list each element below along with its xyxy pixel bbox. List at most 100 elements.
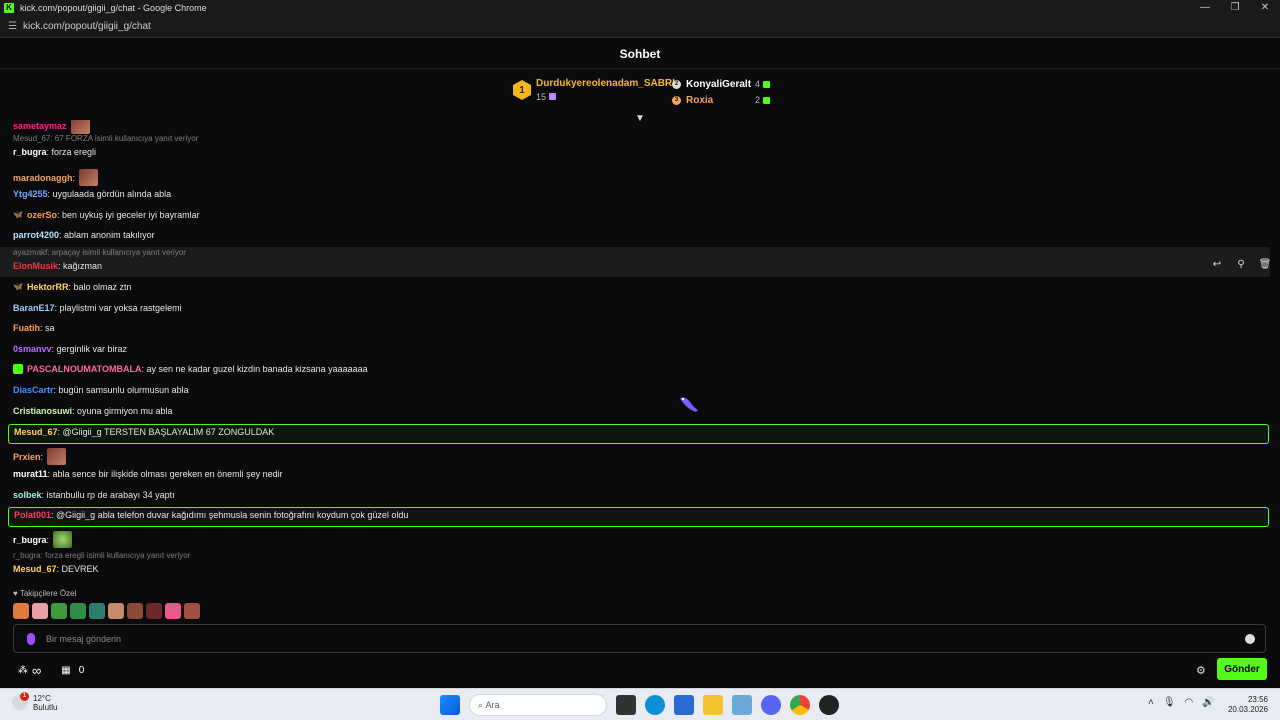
chat-message[interactable]: DiasCartr: bugün samsunlu olurmusun abla [13, 385, 189, 395]
emote-button[interactable] [184, 603, 200, 619]
chat-username[interactable]: parrot4200 [13, 230, 59, 240]
emote-button[interactable] [13, 603, 29, 619]
notification-badge: 1 [20, 692, 29, 701]
app-icon[interactable] [819, 695, 839, 715]
volume-icon[interactable]: 🔊 [1202, 697, 1214, 708]
chrome-icon[interactable] [790, 695, 810, 715]
chat-username[interactable]: ozerSo [27, 210, 57, 220]
emote-button[interactable] [51, 603, 67, 619]
chat-message[interactable]: maradonaggh: [13, 169, 99, 186]
chat-username[interactable]: maradonaggh [13, 173, 73, 183]
store-icon[interactable]: ▦ [61, 665, 70, 676]
emote-button[interactable] [146, 603, 162, 619]
points-icon[interactable]: ⁂ [18, 665, 28, 676]
page-title: Sohbet [619, 46, 661, 61]
send-button[interactable]: Gönder [1217, 658, 1267, 680]
leaderboard-name[interactable]: Roxia [686, 95, 750, 106]
url-text[interactable]: kick.com/popout/giigii_g/chat [23, 21, 151, 32]
chat-username[interactable]: ElonMusik [13, 261, 58, 271]
chat-username[interactable]: Fuatih [13, 323, 40, 333]
chat-message[interactable]: 0smanvv: gerginlik var biraz [13, 344, 127, 354]
emote-button[interactable] [108, 603, 124, 619]
settings-app-icon[interactable] [732, 695, 752, 715]
chat-username[interactable]: PASCALNOUMATOMBALA [27, 364, 142, 374]
emote-button[interactable] [32, 603, 48, 619]
chat-message[interactable]: Cristianosuwi: oyuna girmiyon mu abla [13, 406, 173, 416]
edge-icon[interactable] [645, 695, 665, 715]
chat-message[interactable]: solbek: istanbullu rp de arabayı 34 yapt… [13, 490, 175, 500]
windows-start-icon[interactable] [440, 695, 460, 715]
chat-text: : forza eregli [46, 147, 97, 157]
chat-message[interactable]: 🦋 HektorRR: balo olmaz ztn [13, 282, 132, 292]
chat-username[interactable]: sametaymaz [13, 121, 67, 131]
restore-button[interactable]: ❐ [1220, 0, 1250, 16]
chat-username[interactable]: solbek [13, 490, 42, 500]
minimize-button[interactable]: — [1190, 0, 1220, 16]
reply-context[interactable]: r_bugra: forza eregli isimli kullanıcıya… [13, 551, 190, 560]
chat-username[interactable]: BaranE17 [13, 303, 55, 313]
emoji-icon[interactable] [1245, 633, 1255, 644]
taskbar-clock[interactable]: 23:56 20.03.2026 [1226, 695, 1268, 715]
chat-username[interactable]: 0smanvv [13, 344, 52, 354]
chat-message[interactable]: Ytg4255: uygulaada gördün alında abla [13, 189, 171, 199]
reply-context[interactable]: Mesud_67: 67 FORZA isimli kullanıcıya ya… [13, 134, 198, 143]
message-composer[interactable]: Bir mesaj gönderin [13, 624, 1266, 653]
reply-context[interactable]: ayazmakf: arpaçay isimli kullanıcıya yan… [13, 248, 186, 257]
discord-icon[interactable] [761, 695, 781, 715]
chat-username[interactable]: Cristianosuwi [13, 406, 72, 416]
chat-username[interactable]: Prxien [13, 452, 41, 462]
wifi-icon[interactable]: ◠ [1185, 697, 1194, 708]
mic-tray-icon[interactable]: 🎙 [1163, 697, 1176, 708]
chat-message[interactable]: r_bugra: forza eregli [13, 147, 96, 157]
emote-button[interactable] [70, 603, 86, 619]
chat-username[interactable]: Polat001 [14, 510, 51, 520]
chat-message[interactable]: ElonMusik: kağızman [13, 261, 102, 271]
pin-icon[interactable]: ⚲ [1229, 256, 1253, 274]
close-button[interactable]: ✕ [1250, 0, 1280, 16]
mic-icon[interactable] [27, 632, 35, 645]
chat-message[interactable]: 🦋 ozerSo: ben uykuş iyi geceler iyi bayra… [13, 210, 200, 220]
chat-message[interactable]: Prxien: [13, 448, 67, 465]
browser-title-bar: K kick.com/popout/giigii_g/chat - Google… [0, 0, 1280, 16]
chat-text: : ben uykuş iyi geceler iyi bayramlar [57, 210, 200, 220]
chat-username[interactable]: r_bugra [13, 147, 47, 157]
chat-message[interactable]: sametaymaz [13, 120, 90, 134]
emote-button[interactable] [89, 603, 105, 619]
leaderboard-first-name[interactable]: Durdukyereolenadam_SABRI [536, 78, 675, 89]
reply-icon[interactable]: ↩ [1205, 256, 1229, 274]
chevron-up-icon[interactable]: ˄ [1148, 697, 1154, 708]
chat-username[interactable]: HektorRR [27, 282, 69, 292]
delete-icon[interactable]: 🗑 [1253, 256, 1277, 274]
chat-message[interactable]: BaranE17: playlistmi var yoksa rastgelem… [13, 303, 182, 313]
weather-widget[interactable]: 1 12°C Bulutlu [12, 692, 57, 712]
leaderboard-row[interactable]: 3 Roxia 2 [672, 93, 770, 107]
site-info-icon[interactable]: ☰ [8, 21, 17, 32]
chat-message[interactable]: murat11: abla sence bir ilişkide olması … [13, 469, 283, 479]
leaderboard-name[interactable]: KonyaliGeralt [686, 79, 751, 90]
leaderboard-row[interactable]: 2 KonyaliGeralt 4 [672, 77, 770, 91]
chat-messages[interactable]: ↩ ⚲ 🗑 sametaymaz Mesud_67: 67 FORZA isiml… [0, 120, 1280, 582]
chat-message[interactable]: Polat001: @Giigii_g abla telefon duvar k… [14, 510, 408, 520]
chat-message[interactable]: parrot4200: ablam anonim takılıyor [13, 230, 155, 240]
leaderboard-first[interactable]: 1 Durdukyereolenadam_SABRI 15 [513, 78, 675, 102]
file-explorer-icon[interactable] [703, 695, 723, 715]
chat-username[interactable]: Mesud_67 [14, 427, 58, 437]
address-bar[interactable]: ☰ kick.com/popout/giigii_g/chat [0, 16, 1280, 38]
taskbar-search[interactable]: ⌕ Ara [469, 694, 607, 716]
chat-message[interactable]: Fuatih: sa [13, 323, 55, 333]
emote-button[interactable] [165, 603, 181, 619]
chat-username[interactable]: Mesud_67 [13, 564, 57, 574]
store-app-icon[interactable] [674, 695, 694, 715]
chat-username[interactable]: DiasCartr [13, 385, 54, 395]
chat-message[interactable]: Mesud_67: @Giigii_g TERSTEN BAŞLAYALIM 6… [14, 427, 274, 437]
chat-message[interactable]: Mesud_67: DEVREK [13, 564, 99, 574]
chat-message[interactable]: PASCALNOUMATOMBALA: ay sen ne kadar guze… [13, 364, 368, 374]
chat-username[interactable]: murat11 [13, 469, 48, 479]
message-input[interactable]: Bir mesaj gönderin [46, 634, 1245, 644]
task-view-icon[interactable] [616, 695, 636, 715]
settings-gear-icon[interactable]: ⚙ [1196, 664, 1206, 677]
chat-username[interactable]: r_bugra [13, 535, 47, 545]
emote-button[interactable] [127, 603, 143, 619]
chat-username[interactable]: Ytg4255 [13, 189, 48, 199]
chat-message[interactable]: r_bugra: [13, 531, 73, 548]
